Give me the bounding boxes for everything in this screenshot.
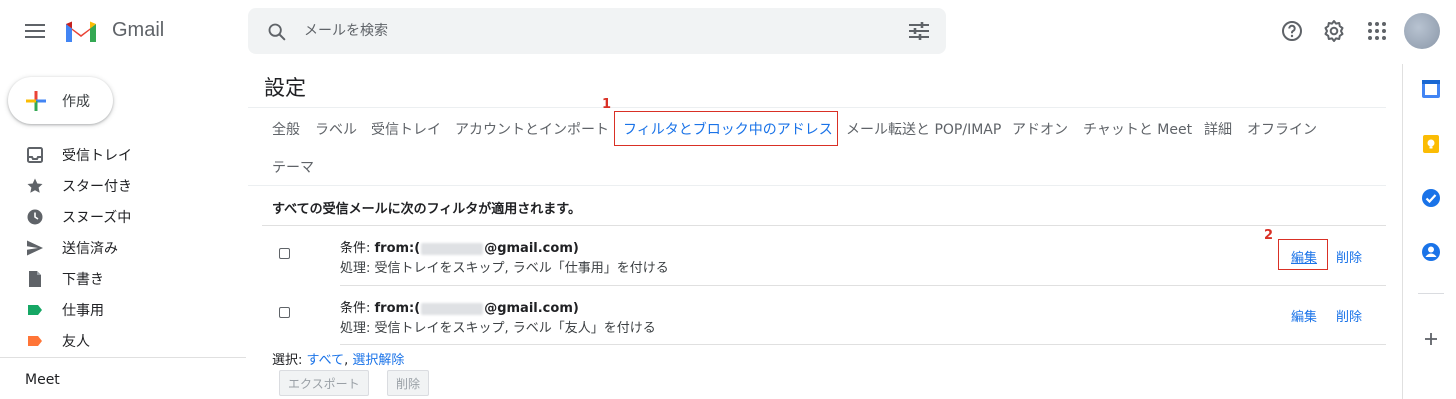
meet-section-label[interactable]: Meet xyxy=(25,372,60,388)
redacted-email xyxy=(421,302,484,315)
label-icon xyxy=(28,336,42,346)
inbox-icon xyxy=(27,147,43,163)
sidebar-item-label: スター付き xyxy=(62,179,132,195)
gear-icon[interactable] xyxy=(1322,19,1346,43)
tab-themes[interactable]: テーマ xyxy=(272,157,314,177)
label-icon xyxy=(28,305,42,315)
sidebar-item-drafts[interactable]: 下書き xyxy=(0,263,246,294)
side-panel-separator xyxy=(1418,293,1444,294)
sidebar-item-label: 送信済み xyxy=(62,241,118,257)
sidebar-divider xyxy=(0,357,246,358)
delete-button[interactable]: 削除 xyxy=(387,370,430,396)
brand-name: Gmail xyxy=(112,19,165,41)
filter-condition: 条件: from:(@gmail.com) xyxy=(340,241,579,256)
contacts-icon[interactable] xyxy=(1420,241,1442,263)
add-icon[interactable] xyxy=(1420,328,1442,350)
edit-filter-link[interactable]: 編集 xyxy=(1291,306,1317,325)
search-input[interactable] xyxy=(304,20,884,42)
sidebar-item-label: 仕事用 xyxy=(62,303,104,319)
filter-checkbox[interactable] xyxy=(279,248,290,259)
tab-inbox[interactable]: 受信トレイ xyxy=(371,119,441,139)
star-icon xyxy=(27,178,43,193)
clock-icon xyxy=(27,209,43,225)
account-avatar[interactable] xyxy=(1404,13,1440,49)
redacted-email xyxy=(421,242,484,255)
tab-forwarding-pop-imap[interactable]: メール転送と POP/IMAP xyxy=(846,119,1001,139)
sidebar-item-starred[interactable]: スター付き xyxy=(0,170,246,201)
sidebar-item-label: 下書き xyxy=(62,272,104,288)
filter-checkbox[interactable] xyxy=(279,307,290,318)
apps-grid-icon[interactable] xyxy=(1365,19,1389,43)
filter-action: 処理: 受信トレイをスキップ, ラベル「友人」を付ける xyxy=(340,321,656,336)
select-none-link[interactable]: 選択解除 xyxy=(352,353,404,368)
divider xyxy=(248,185,1386,186)
annotation-number-2: 2 xyxy=(1264,228,1274,243)
filter-section-heading: すべての受信メールに次のフィルタが適用されます。 xyxy=(272,202,582,217)
tab-labels[interactable]: ラベル xyxy=(315,119,357,139)
annotation-box-1 xyxy=(614,111,838,146)
compose-label: 作成 xyxy=(62,94,90,110)
sidebar-item-inbox[interactable]: 受信トレイ xyxy=(0,139,246,170)
help-icon[interactable] xyxy=(1280,19,1304,43)
main-menu-button[interactable] xyxy=(24,20,46,42)
export-button[interactable]: エクスポート xyxy=(279,370,369,396)
tab-chat-meet[interactable]: チャットと Meet xyxy=(1083,119,1192,139)
draft-icon xyxy=(29,271,41,287)
annotation-box-2 xyxy=(1278,239,1328,270)
filter-condition: 条件: from:(@gmail.com) xyxy=(340,301,579,316)
sidebar-item-label: 友人 xyxy=(62,334,90,350)
filter-action: 処理: 受信トレイをスキップ, ラベル「仕事用」を付ける xyxy=(340,261,669,276)
sidebar-item-friends[interactable]: 友人 xyxy=(0,325,246,356)
tasks-icon[interactable] xyxy=(1420,187,1442,209)
sidebar-item-label: 受信トレイ xyxy=(62,148,132,164)
plus-icon xyxy=(26,91,46,111)
side-panel-divider xyxy=(1402,64,1403,399)
compose-button[interactable]: 作成 xyxy=(8,77,113,124)
select-line: 選択: すべて, 選択解除 xyxy=(272,353,405,368)
delete-filter-link[interactable]: 削除 xyxy=(1336,247,1362,266)
tab-offline[interactable]: オフライン xyxy=(1247,119,1317,139)
keep-icon[interactable] xyxy=(1420,133,1442,155)
divider xyxy=(248,107,1386,108)
annotation-number-1: 1 xyxy=(602,97,612,112)
divider xyxy=(340,285,1386,286)
sidebar-item-snoozed[interactable]: スヌーズ中 xyxy=(0,201,246,232)
sidebar-item-label: スヌーズ中 xyxy=(62,210,132,226)
send-icon xyxy=(27,240,43,256)
tab-general[interactable]: 全般 xyxy=(272,119,300,139)
sidebar-item-sent[interactable]: 送信済み xyxy=(0,232,246,263)
select-all-link[interactable]: すべて xyxy=(307,353,345,368)
calendar-icon[interactable] xyxy=(1420,78,1442,100)
delete-filter-link[interactable]: 削除 xyxy=(1336,306,1362,325)
search-icon[interactable] xyxy=(266,21,288,43)
page-title: 設定 xyxy=(264,76,306,100)
divider xyxy=(340,344,1386,345)
gmail-logo-icon xyxy=(66,21,96,42)
top-bar: Gmail xyxy=(0,0,1456,64)
tab-addons[interactable]: アドオン xyxy=(1012,119,1068,139)
search-options-icon[interactable] xyxy=(906,20,932,42)
tab-accounts-import[interactable]: アカウントとインポート xyxy=(455,119,609,139)
divider xyxy=(262,225,1386,226)
sidebar-item-work[interactable]: 仕事用 xyxy=(0,294,246,325)
tab-advanced[interactable]: 詳細 xyxy=(1204,119,1232,139)
